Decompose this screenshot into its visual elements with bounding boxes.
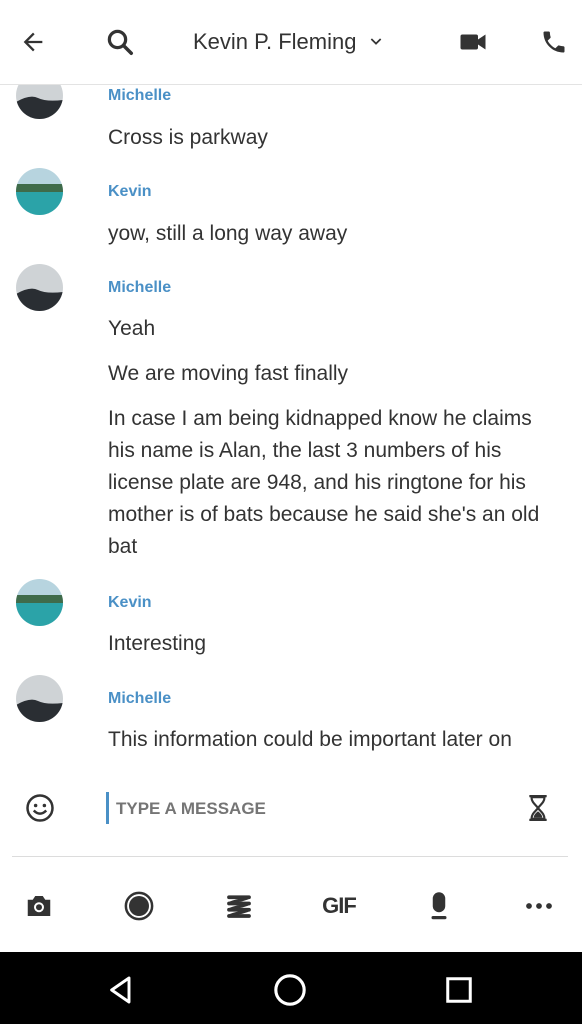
- sender-name: Michelle: [108, 87, 172, 104]
- message-text[interactable]: Yeah: [108, 313, 563, 345]
- microphone-icon[interactable]: [417, 884, 461, 928]
- conversation-header: Kevin P. Fleming: [0, 0, 582, 85]
- message-composer: [0, 770, 582, 848]
- message-text[interactable]: Cross is parkway: [108, 122, 563, 154]
- message-list[interactable]: Michelle Cross is parkway Kevin yow, sti…: [0, 85, 582, 767]
- avatar[interactable]: [16, 579, 63, 626]
- composer-divider: [12, 856, 568, 857]
- message-text[interactable]: Interesting: [108, 628, 563, 660]
- contact-title[interactable]: Kevin P. Fleming: [193, 24, 384, 60]
- message-text[interactable]: yow, still a long way away: [108, 218, 563, 250]
- system-navigation-bar: [0, 952, 582, 1024]
- avatar[interactable]: [16, 168, 63, 215]
- message-text[interactable]: In case I am being kidnapped know he cla…: [108, 403, 563, 563]
- avatar[interactable]: [16, 675, 63, 722]
- text-cursor: [106, 792, 109, 824]
- avatar[interactable]: [16, 264, 63, 311]
- camera-icon[interactable]: [17, 884, 61, 928]
- recents-square-icon[interactable]: [439, 970, 479, 1010]
- sender-name: Michelle: [108, 690, 172, 707]
- back-triangle-icon[interactable]: [101, 970, 141, 1010]
- contact-name: Kevin P. Fleming: [193, 29, 357, 54]
- attachment-toolbar: GIF: [0, 870, 582, 940]
- message-text[interactable]: We are moving fast finally: [108, 358, 563, 390]
- message-text[interactable]: This information could be important late…: [108, 724, 563, 756]
- gif-label: GIF: [322, 893, 357, 918]
- phone-call-icon[interactable]: [534, 22, 574, 62]
- video-call-icon[interactable]: [453, 22, 493, 62]
- chevron-down-icon: [368, 29, 384, 55]
- sticker-icon[interactable]: [217, 884, 261, 928]
- hourglass-icon[interactable]: [523, 792, 553, 824]
- home-circle-icon[interactable]: [270, 970, 310, 1010]
- emoji-icon[interactable]: [24, 792, 56, 824]
- gif-icon[interactable]: GIF: [317, 884, 361, 928]
- sender-name: Kevin: [108, 594, 152, 611]
- sender-name: Kevin: [108, 183, 152, 200]
- avatar[interactable]: [16, 85, 63, 119]
- search-icon[interactable]: [100, 22, 140, 62]
- back-arrow-icon[interactable]: [13, 22, 53, 62]
- sender-name: Michelle: [108, 279, 172, 296]
- message-input[interactable]: [114, 792, 498, 826]
- more-icon[interactable]: [517, 884, 561, 928]
- record-icon[interactable]: [117, 884, 161, 928]
